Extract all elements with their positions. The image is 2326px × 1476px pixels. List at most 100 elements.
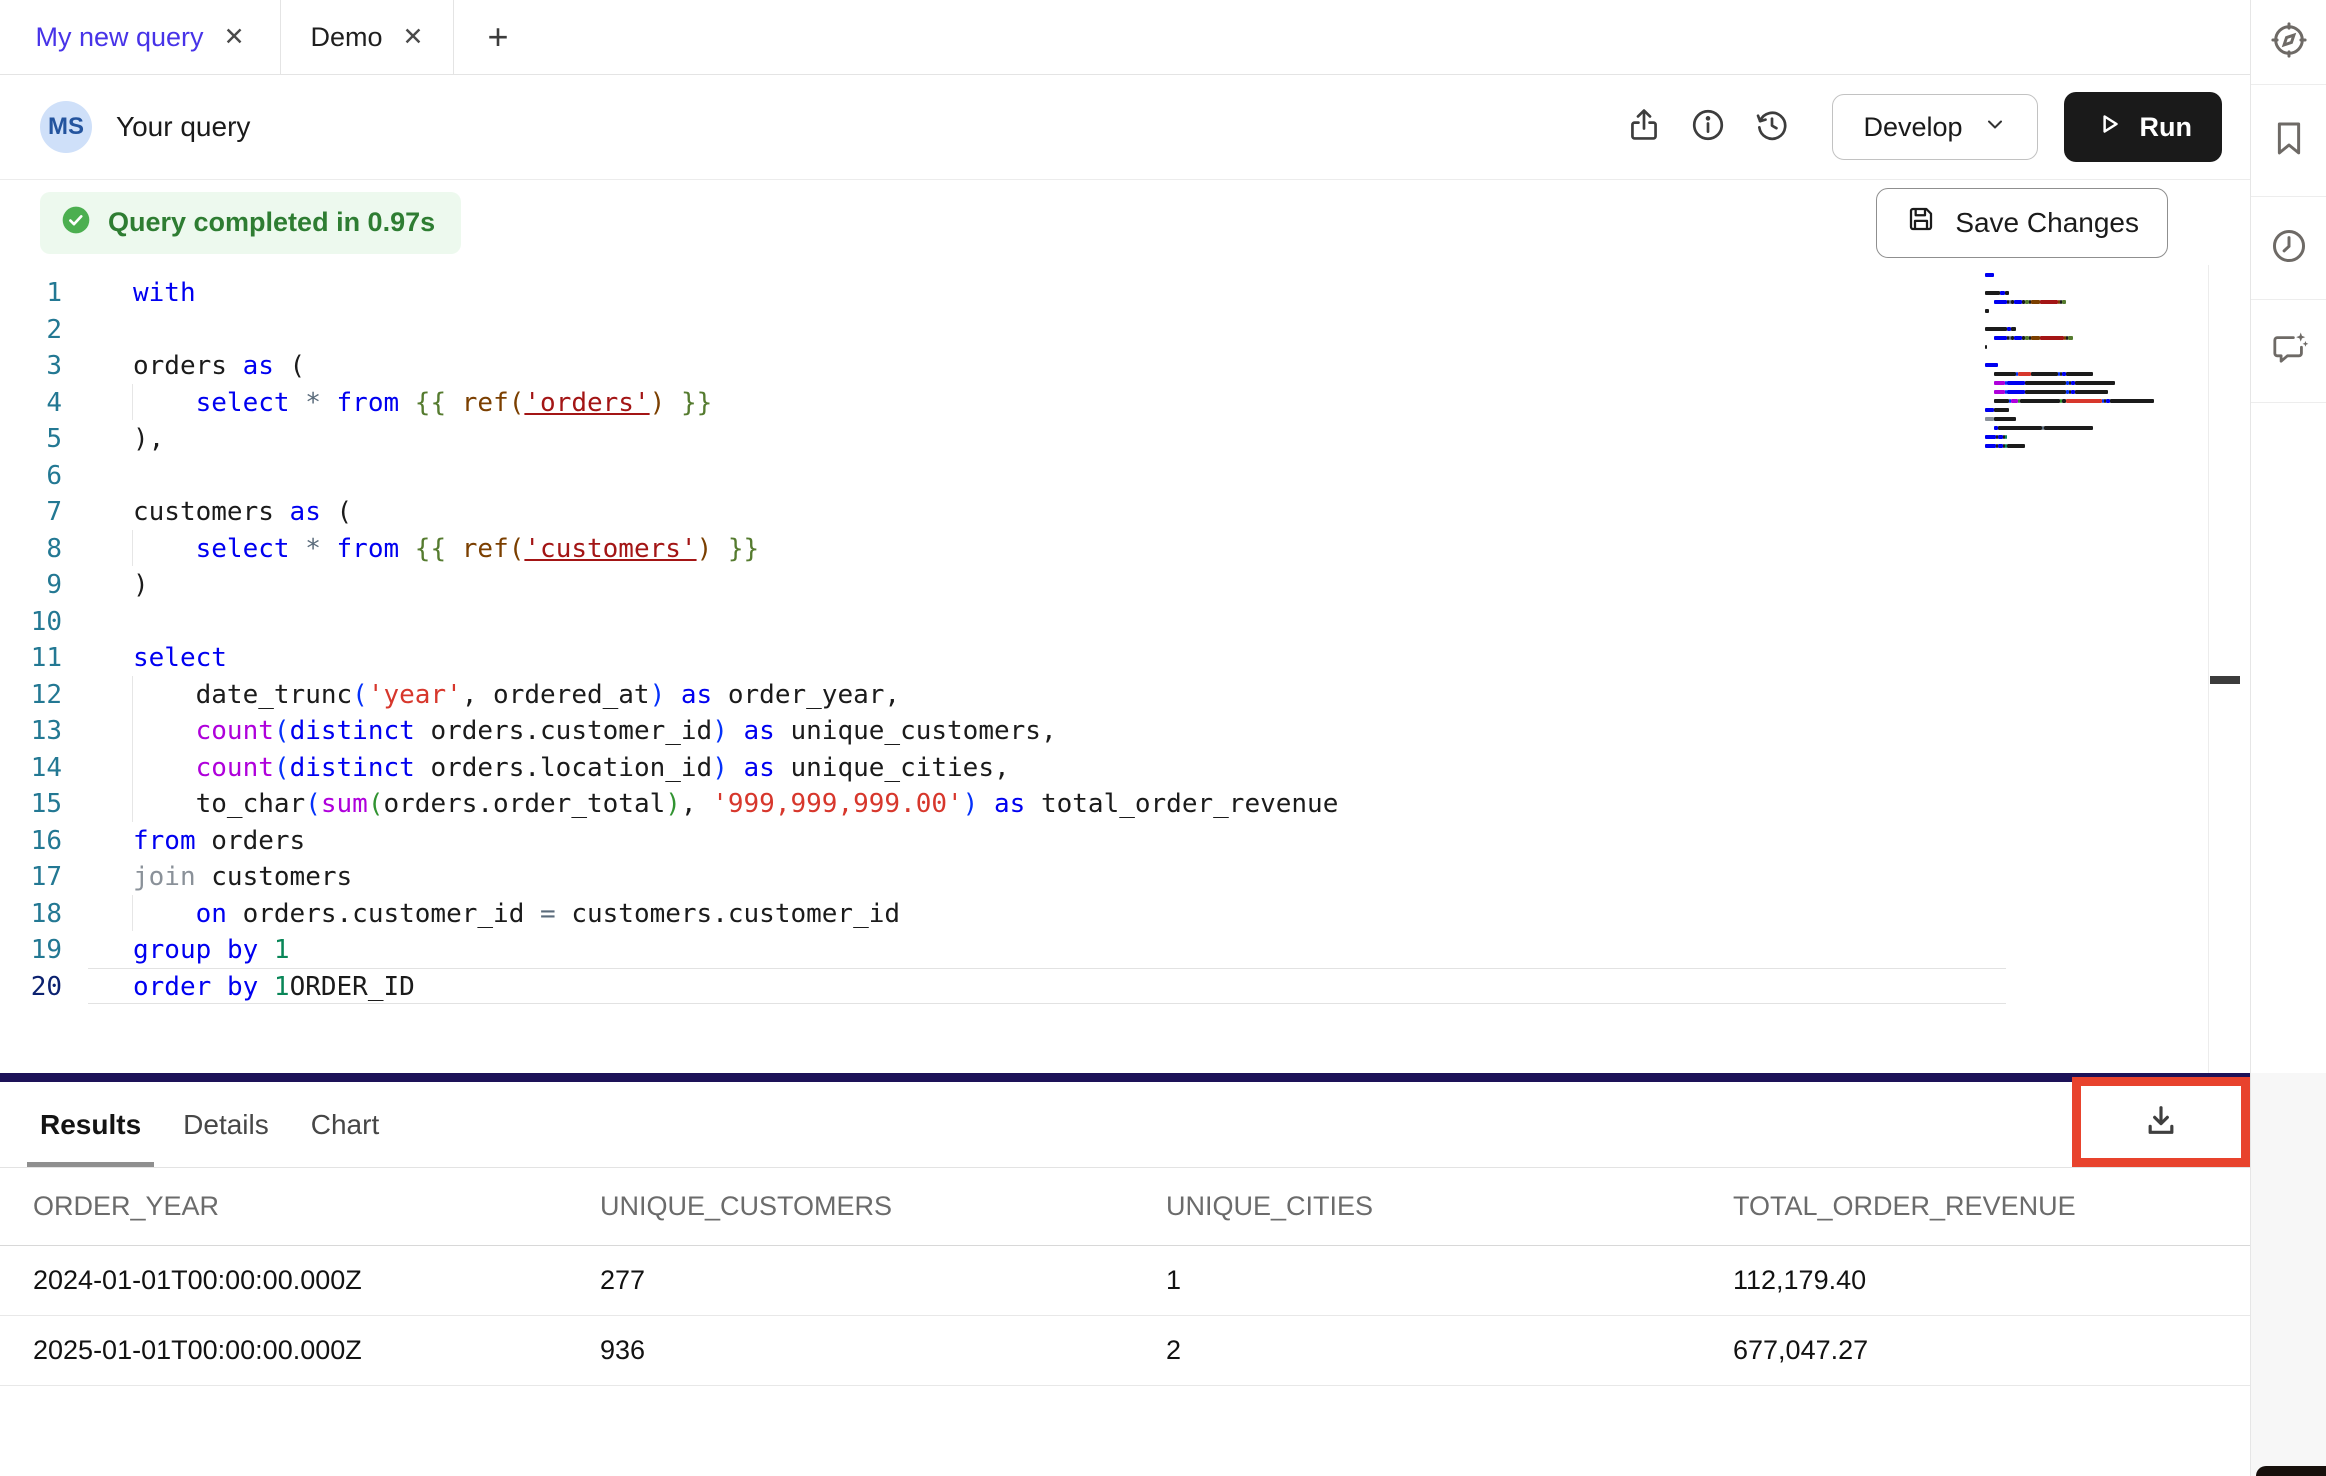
line-number: 16 — [0, 823, 62, 860]
tab-details[interactable]: Details — [183, 1082, 269, 1167]
close-icon[interactable]: ✕ — [224, 22, 245, 52]
tab-demo[interactable]: Demo ✕ — [281, 0, 454, 74]
minimap-line — [1985, 399, 2135, 403]
table-row: 2024-01-01T00:00:00.000Z2771112,179.40 — [0, 1246, 2250, 1316]
compass-icon — [2268, 19, 2310, 66]
column-header: UNIQUE_CITIES — [1133, 1191, 1700, 1222]
code-text: select * from {{ ref('orders') }} — [88, 385, 712, 422]
run-button[interactable]: Run — [2064, 92, 2222, 162]
line-number: 20 — [0, 969, 62, 1006]
code-editor[interactable]: 1with23orders as (4 select * from {{ ref… — [0, 265, 2250, 1073]
history-button[interactable] — [1740, 95, 1804, 159]
sidebar-lower-area — [2251, 1073, 2326, 1476]
minimap-line — [1985, 417, 2135, 421]
code-text: count(distinct orders.location_id) as un… — [88, 750, 1010, 787]
code-text: order by 1ORDER_ID — [88, 969, 415, 1006]
ai-assistant-button[interactable] — [2251, 300, 2326, 403]
code-line[interactable]: 11select — [88, 639, 2006, 676]
tab-bar: My new query ✕ Demo ✕ + — [0, 0, 2250, 75]
code-line[interactable]: 13 count(distinct orders.customer_id) as… — [88, 712, 2006, 749]
line-number: 13 — [0, 713, 62, 750]
avatar: MS — [40, 101, 92, 153]
column-header: ORDER_YEAR — [0, 1191, 567, 1222]
share-button[interactable] — [1612, 95, 1676, 159]
minimap-line — [1985, 309, 2135, 313]
code-text: select — [88, 640, 227, 677]
info-button[interactable] — [1676, 95, 1740, 159]
line-number: 9 — [0, 567, 62, 604]
minimap-line — [1985, 354, 2135, 358]
status-row: Query completed in 0.97s Save Changes — [0, 180, 2250, 265]
code-line[interactable]: 15 to_char(sum(orders.order_total), '999… — [88, 785, 2006, 822]
minimap-line — [1985, 381, 2135, 385]
save-icon — [1905, 203, 1937, 242]
code-line[interactable]: 20order by 1ORDER_ID — [88, 968, 2006, 1005]
tab-my-new-query[interactable]: My new query ✕ — [0, 0, 281, 74]
tab-results[interactable]: Results — [40, 1082, 141, 1167]
code-line[interactable]: 17join customers — [88, 858, 2006, 895]
code-line[interactable]: 9) — [88, 566, 2006, 603]
code-line[interactable]: 7customers as ( — [88, 493, 2006, 530]
annotation-highlight — [2072, 1077, 2250, 1167]
code-line[interactable]: 1with — [88, 274, 2006, 311]
minimap[interactable] — [1985, 273, 2135, 453]
code-line[interactable]: 19group by 1 — [88, 931, 2006, 968]
code-lines[interactable]: 1with23orders as (4 select * from {{ ref… — [0, 265, 2250, 1004]
table-cell: 112,179.40 — [1700, 1265, 2250, 1296]
code-line[interactable]: 8 select * from {{ ref('customers') }} — [88, 530, 2006, 567]
tab-chart[interactable]: Chart — [311, 1082, 379, 1167]
query-history-button[interactable] — [2251, 197, 2326, 300]
save-changes-button[interactable]: Save Changes — [1876, 188, 2168, 258]
tab-label: My new query — [35, 22, 203, 53]
code-text: join customers — [88, 859, 352, 896]
new-tab-button[interactable]: + — [454, 0, 542, 74]
code-line[interactable]: 10 — [88, 603, 2006, 640]
minimap-line — [1985, 327, 2135, 331]
code-line[interactable]: 2 — [88, 311, 2006, 348]
code-line[interactable]: 16from orders — [88, 822, 2006, 859]
table-cell: 2024-01-01T00:00:00.000Z — [0, 1265, 567, 1296]
run-label: Run — [2140, 112, 2192, 143]
code-line[interactable]: 18 on orders.customer_id = customers.cus… — [88, 895, 2006, 932]
download-icon — [2141, 1101, 2181, 1144]
line-number: 17 — [0, 859, 62, 896]
line-number: 6 — [0, 458, 62, 495]
page-title: Your query — [116, 111, 250, 143]
minimap-line — [1985, 273, 2135, 277]
minimap-line — [1985, 435, 2135, 439]
results-table: ORDER_YEARUNIQUE_CUSTOMERSUNIQUE_CITIEST… — [0, 1168, 2250, 1386]
minimap-line — [1985, 372, 2135, 376]
minimap-line — [1985, 336, 2135, 340]
explore-button[interactable] — [2251, 0, 2326, 85]
line-number: 3 — [0, 348, 62, 385]
code-line[interactable]: 14 count(distinct orders.location_id) as… — [88, 749, 2006, 786]
status-message: Query completed in 0.97s — [108, 207, 435, 238]
code-text: select * from {{ ref('customers') }} — [88, 531, 759, 568]
line-number: 7 — [0, 494, 62, 531]
main-pane: My new query ✕ Demo ✕ + MS Your query — [0, 0, 2250, 1476]
info-icon — [1689, 106, 1727, 149]
scrollbar-handle[interactable] — [2210, 676, 2240, 684]
line-number: 5 — [0, 421, 62, 458]
code-line[interactable]: 5), — [88, 420, 2006, 457]
line-number: 1 — [0, 275, 62, 312]
close-icon[interactable]: ✕ — [403, 22, 424, 52]
bookmark-icon — [2268, 117, 2310, 164]
minimap-line — [1985, 444, 2135, 448]
status-badge: Query completed in 0.97s — [40, 192, 461, 254]
code-line[interactable]: 3orders as ( — [88, 347, 2006, 384]
table-cell: 1 — [1133, 1265, 1700, 1296]
line-number: 18 — [0, 896, 62, 933]
code-text: on orders.customer_id = customers.custom… — [88, 896, 900, 933]
bookmarks-button[interactable] — [2251, 85, 2326, 197]
column-header: TOTAL_ORDER_REVENUE — [1700, 1191, 2250, 1222]
code-line[interactable]: 6 — [88, 457, 2006, 494]
column-header: UNIQUE_CUSTOMERS — [567, 1191, 1133, 1222]
code-line[interactable]: 4 select * from {{ ref('orders') }} — [88, 384, 2006, 421]
code-line[interactable]: 12 date_trunc('year', ordered_at) as ord… — [88, 676, 2006, 713]
line-number: 11 — [0, 640, 62, 677]
develop-dropdown[interactable]: Develop — [1832, 94, 2037, 160]
download-results-button[interactable] — [2081, 1086, 2241, 1158]
scrollbar-track — [2208, 265, 2209, 1073]
panel-resize-divider[interactable] — [0, 1073, 2250, 1082]
